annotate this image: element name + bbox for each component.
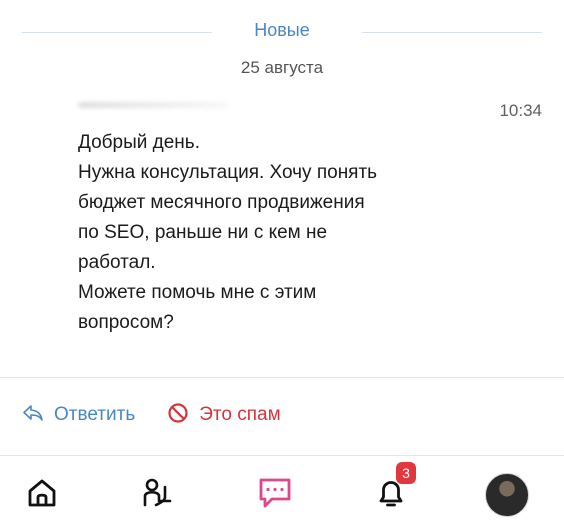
reply-label: Ответить (54, 404, 136, 425)
message-body: Добрый день. Нужна консультация. Хочу по… (78, 128, 518, 338)
message-line: бюджет месячного продвижения (78, 192, 365, 213)
reply-button[interactable]: Ответить (22, 404, 135, 427)
bottom-tab-bar: 3 (0, 456, 564, 532)
tab-notifications[interactable]: 3 (366, 462, 416, 520)
message-actions: Ответить Это спам (22, 400, 281, 430)
message-line: по SEO, раньше ни с кем не (78, 222, 328, 243)
new-messages-divider: Новые (0, 18, 564, 46)
actions-divider (0, 377, 564, 378)
people-icon (139, 476, 175, 515)
new-messages-label: Новые (254, 20, 310, 40)
home-icon (25, 476, 59, 515)
tab-profile[interactable] (482, 470, 532, 520)
avatar (485, 473, 529, 517)
tab-messages[interactable] (250, 470, 300, 520)
message-screen: Новые 25 августа 10:34 Добрый день. Нужн… (0, 0, 564, 532)
message-line: Можете помочь мне с этим (78, 282, 317, 303)
message-line: Добрый день. (78, 132, 200, 153)
chat-icon (256, 475, 294, 516)
tab-people[interactable] (132, 470, 182, 520)
spam-button[interactable]: Это спам (167, 402, 281, 429)
reply-icon (22, 404, 44, 427)
message-time: 10:34 (499, 101, 542, 120)
divider-line-right (362, 32, 542, 33)
sender-name-redacted (78, 102, 228, 108)
message-line: Нужна консультация. Хочу понять (78, 162, 378, 183)
spam-label: Это спам (199, 404, 281, 425)
tab-home[interactable] (17, 470, 67, 520)
message-date: 25 августа (240, 58, 324, 77)
block-icon (167, 402, 189, 429)
notification-badge: 3 (396, 462, 416, 484)
message-line: работал. (78, 252, 156, 273)
message-line: вопросом? (78, 312, 174, 333)
